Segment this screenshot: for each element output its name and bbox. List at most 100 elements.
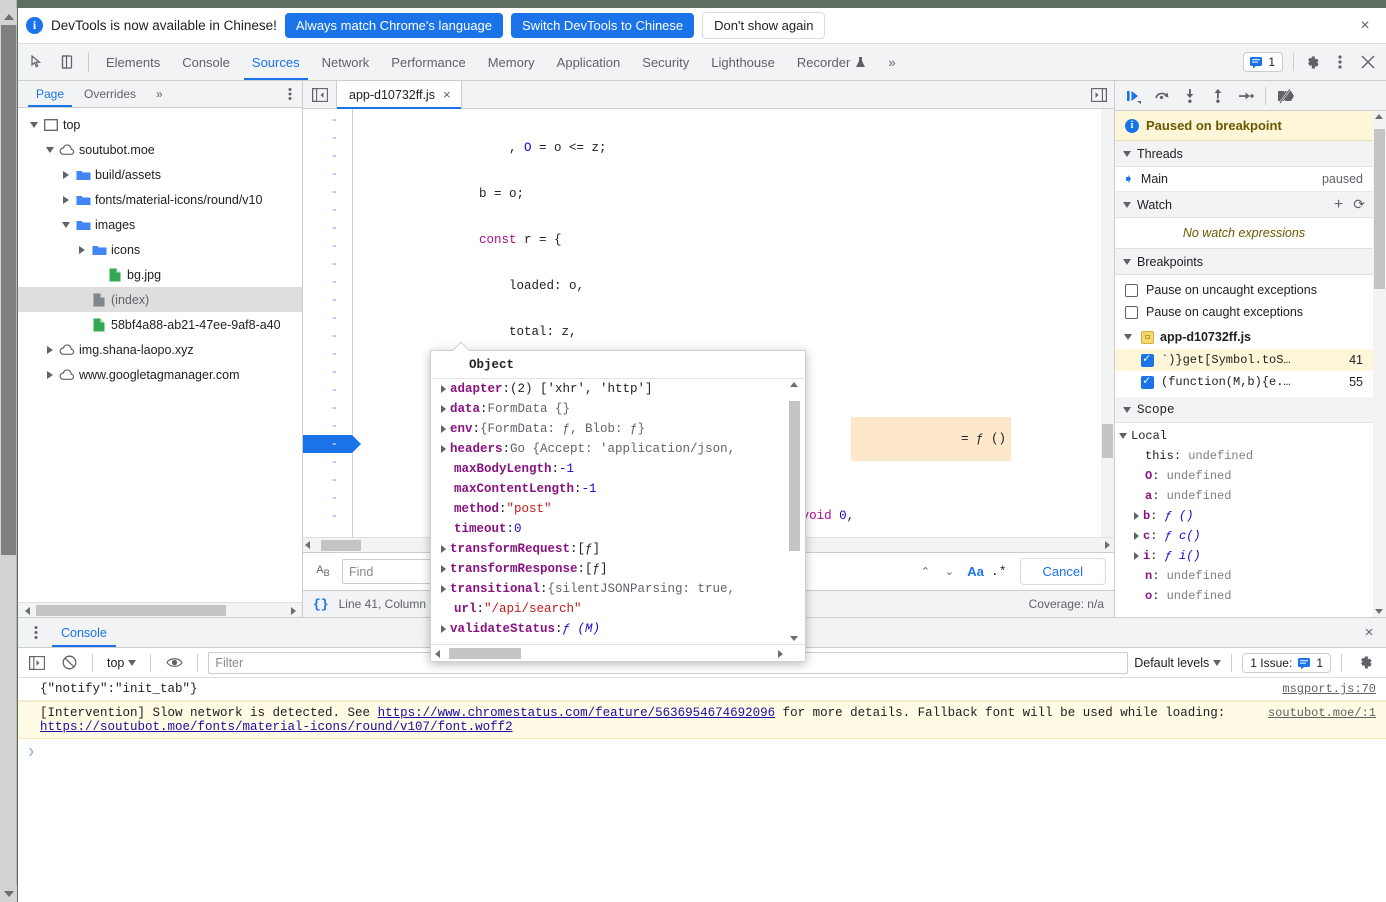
code-line[interactable]: loaded: o, [353,277,1114,295]
popover-horizontal-scrollbar[interactable] [431,644,805,661]
scrollbar-thumb[interactable] [1102,424,1113,458]
show-debugger-icon[interactable] [1084,81,1114,108]
gear-icon[interactable] [1298,48,1326,76]
tab-elements[interactable]: Elements [95,44,171,80]
scroll-down-arrow[interactable] [790,636,798,641]
scrollbar-thumb[interactable] [1374,129,1385,289]
twisty-down-icon[interactable] [1121,334,1135,340]
gutter-line[interactable]: - [303,111,352,129]
log-levels-selector[interactable]: Default levels [1134,656,1222,670]
scroll-right-arrow[interactable] [778,650,783,658]
close-icon[interactable]: × [443,87,451,102]
expand-triangle-icon[interactable] [441,425,446,433]
expand-triangle-icon[interactable] [441,405,446,413]
tree-item-build-assets[interactable]: build/assets [18,162,302,187]
scope-var-c[interactable]: c: ƒ c() [1115,526,1373,546]
gutter-line[interactable]: - [303,363,352,381]
warning-link-chromestatus[interactable]: https://www.chromestatus.com/feature/563… [378,706,776,720]
gutter-line[interactable]: - [303,129,352,147]
gutter-line[interactable]: - [303,327,352,345]
pause-on-caught-exceptions-row[interactable]: Pause on caught exceptions [1115,301,1373,323]
scroll-down-arrow[interactable] [1375,609,1383,614]
breakpoint-item[interactable]: `)}get[Symbol.toS… 41 [1115,349,1373,371]
debugger-vertical-scrollbar[interactable] [1373,111,1386,617]
file-tree[interactable]: top soutubot.moe build/assets fonts/mate… [18,108,302,602]
close-drawer-icon[interactable]: × [1352,618,1386,647]
checkbox[interactable] [1141,374,1154,389]
scroll-right-arrow[interactable] [286,603,300,618]
expand-triangle-icon[interactable] [441,385,446,393]
tab-memory[interactable]: Memory [477,44,546,80]
scrollbar-thumb[interactable] [1,25,16,555]
breakpoint-item[interactable]: (function(M,b){e.… 55 [1115,371,1373,393]
scope-group-local[interactable]: Local [1115,426,1373,446]
gutter-line-breakpoint[interactable]: - [303,435,361,453]
console-sidebar-icon[interactable] [24,650,50,676]
code-line[interactable]: , O = o <= z; [353,139,1114,157]
property-row-timeout[interactable]: timeout: 0 [431,519,783,539]
navigator-kebab-icon[interactable] [278,81,302,107]
threads-section-header[interactable]: Threads [1115,141,1373,167]
scope-section-header[interactable]: Scope [1115,397,1373,423]
tree-item-img-shana[interactable]: img.shana-laopo.xyz [18,337,302,362]
nav-tab-overrides[interactable]: Overrides [74,81,146,107]
close-devtools-icon[interactable] [1354,48,1382,76]
deactivate-breakpoints-icon[interactable] [1272,83,1298,109]
scroll-up-arrow[interactable] [0,8,17,25]
code-line[interactable]: const r = { [353,231,1114,249]
tree-item-soutubot[interactable]: soutubot.moe [18,137,302,162]
twisty-right-icon[interactable] [42,345,58,354]
property-row-transformRequest[interactable]: transformRequest: [ƒ] [431,539,783,559]
step-over-icon[interactable] [1149,83,1175,109]
always-match-language-button[interactable]: Always match Chrome's language [284,13,504,38]
gutter-line[interactable]: - [303,489,352,507]
tab-security[interactable]: Security [631,44,700,80]
step-out-icon[interactable] [1205,83,1231,109]
console-warning-message[interactable]: [Intervention] Slow network is detected.… [18,701,1386,739]
expand-triangle-icon[interactable] [441,445,446,453]
add-watch-expression-icon[interactable]: + [1334,196,1343,214]
gutter-line[interactable]: - [303,273,352,291]
property-row-validateStatus[interactable]: validateStatus: ƒ (M) [431,619,783,639]
gutter-line[interactable]: - [303,165,352,183]
tree-item-index[interactable]: (index) [18,287,302,312]
property-row-transformResponse[interactable]: transformResponse: [ƒ] [431,559,783,579]
twisty-right-icon[interactable] [42,370,58,379]
refresh-watch-icon[interactable]: ⟳ [1353,196,1365,213]
console-log-message[interactable]: {"notify":"init_tab"} msgport.js:70 [18,678,1386,701]
code-line[interactable]: b = o; [353,185,1114,203]
checkbox[interactable] [1141,352,1154,367]
editor-tab-app-js[interactable]: app-d10732ff.js × [337,81,462,109]
nav-more-tabs-button[interactable]: » [146,81,173,107]
editor-gutter[interactable]: - - - - - - - - - - - - - - - - - - - - … [303,109,361,537]
scroll-left-arrow[interactable] [435,650,440,658]
cancel-button[interactable]: Cancel [1019,558,1106,585]
property-row-headers[interactable]: headers: Go {Accept: 'application/json, [431,439,783,459]
scrollbar-thumb[interactable] [789,401,800,551]
navigator-horizontal-scrollbar[interactable] [18,602,302,617]
property-row-data[interactable]: data: FormData {} [431,399,783,419]
console-context-selector[interactable]: top [103,656,140,670]
checkbox[interactable] [1125,283,1138,297]
show-navigator-icon[interactable] [303,81,337,108]
twisty-right-icon[interactable] [1129,512,1143,520]
twisty-right-icon[interactable] [58,170,74,179]
property-row-method[interactable]: method: "post" [431,499,783,519]
scroll-up-arrow[interactable] [1375,114,1383,119]
drawer-tab-console[interactable]: Console [50,618,118,647]
expand-triangle-icon[interactable] [441,545,446,553]
gutter-line[interactable]: - [303,381,352,399]
scrollbar-thumb[interactable] [449,648,521,659]
twisty-right-icon[interactable] [74,245,90,254]
gutter-line[interactable]: - [303,183,352,201]
tab-performance[interactable]: Performance [380,44,476,80]
find-match-case-toggle[interactable]: Aa [967,564,984,579]
live-expression-eye-icon[interactable] [161,650,187,676]
property-row-env[interactable]: env: {FormData: ƒ, Blob: ƒ} [431,419,783,439]
expand-triangle-icon[interactable] [441,565,446,573]
twisty-down-icon[interactable] [42,146,58,153]
property-row-adapter[interactable]: adapter: (2) ['xhr', 'http'] [431,379,783,399]
more-tabs-button[interactable]: » [877,44,906,80]
tab-recorder[interactable]: Recorder [786,44,877,80]
checkbox[interactable] [1125,305,1138,319]
